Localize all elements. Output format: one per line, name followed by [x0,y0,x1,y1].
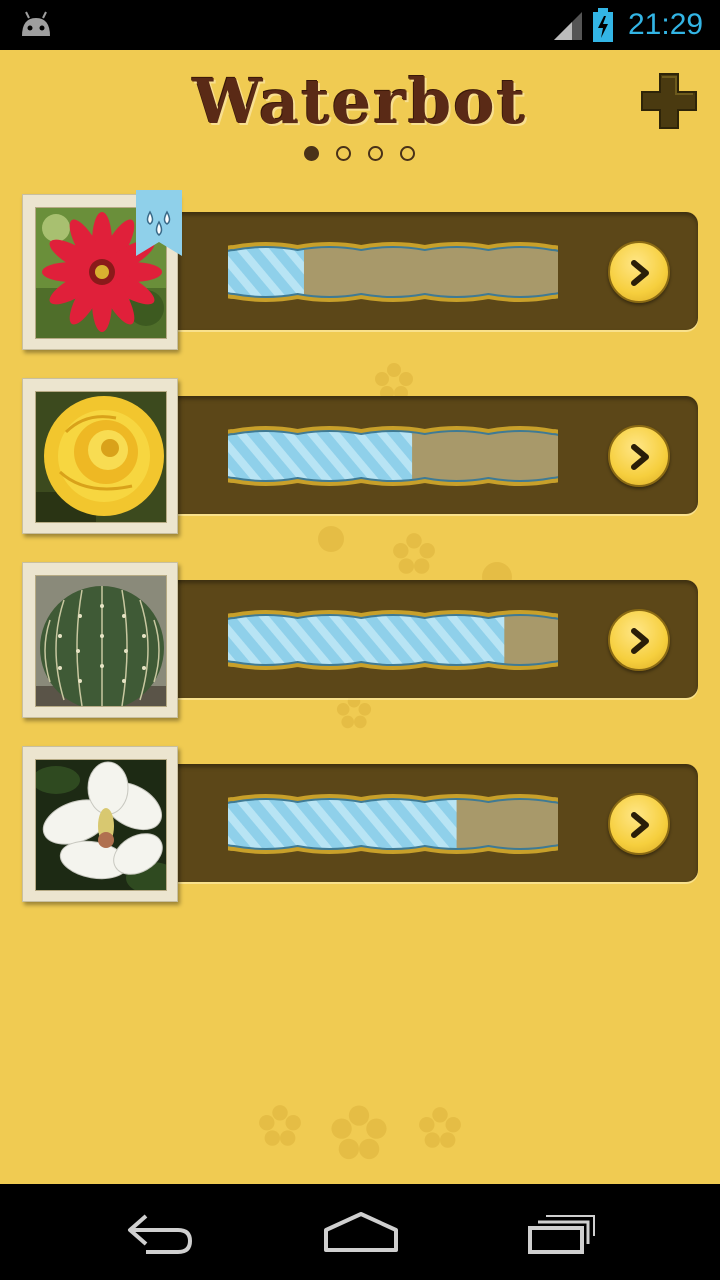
android-debug-icon [22,11,50,36]
signal-icon [554,12,582,40]
plant-row[interactable] [0,378,720,538]
page-dot[interactable] [336,146,351,161]
water-bar-fill [228,431,413,481]
plant-row[interactable] [0,562,720,722]
plus-icon[interactable] [640,72,698,130]
chevron-right-icon [631,260,649,286]
water-level-bar [228,426,558,486]
status-bar: 21:29 [0,0,720,50]
page-dot[interactable] [400,146,415,161]
plant-detail-button[interactable] [608,241,670,303]
plant-photo-frame[interactable] [22,746,178,902]
water-level-bar [228,242,558,302]
chevron-right-icon [631,812,649,838]
water-level-bar [228,610,558,670]
plant-photo-frame[interactable] [22,562,178,718]
background-flower-icon [259,1105,301,1146]
chevron-right-icon [631,628,649,654]
clock: 21:29 [628,8,704,41]
plant-detail-button[interactable] [608,609,670,671]
page-dot-active[interactable] [304,146,319,161]
page-dot[interactable] [368,146,383,161]
water-drops-icon [136,190,182,256]
app-screen: Waterbot [0,50,720,1184]
recent-apps-icon[interactable] [516,1208,606,1258]
battery-charging-icon [593,8,613,42]
back-icon[interactable] [116,1208,206,1258]
white-magnolia-photo [35,759,167,891]
navigation-bar [0,1184,720,1280]
plant-detail-button[interactable] [608,425,670,487]
home-icon[interactable] [316,1208,406,1258]
plant-detail-button[interactable] [608,793,670,855]
plant-row[interactable] [0,746,720,906]
page-indicator [304,146,416,162]
chevron-right-icon [631,444,649,470]
app-title: Waterbot [192,65,528,138]
plant-photo-frame[interactable] [22,190,182,350]
background-flower-icon [331,1105,387,1160]
plant-photo-frame[interactable] [22,378,178,534]
water-level-bar [228,794,558,854]
plant-row[interactable] [0,190,720,354]
yellow-rose-photo [35,391,167,523]
background-flower-icon [419,1107,461,1148]
barrel-cactus-photo [35,575,167,707]
